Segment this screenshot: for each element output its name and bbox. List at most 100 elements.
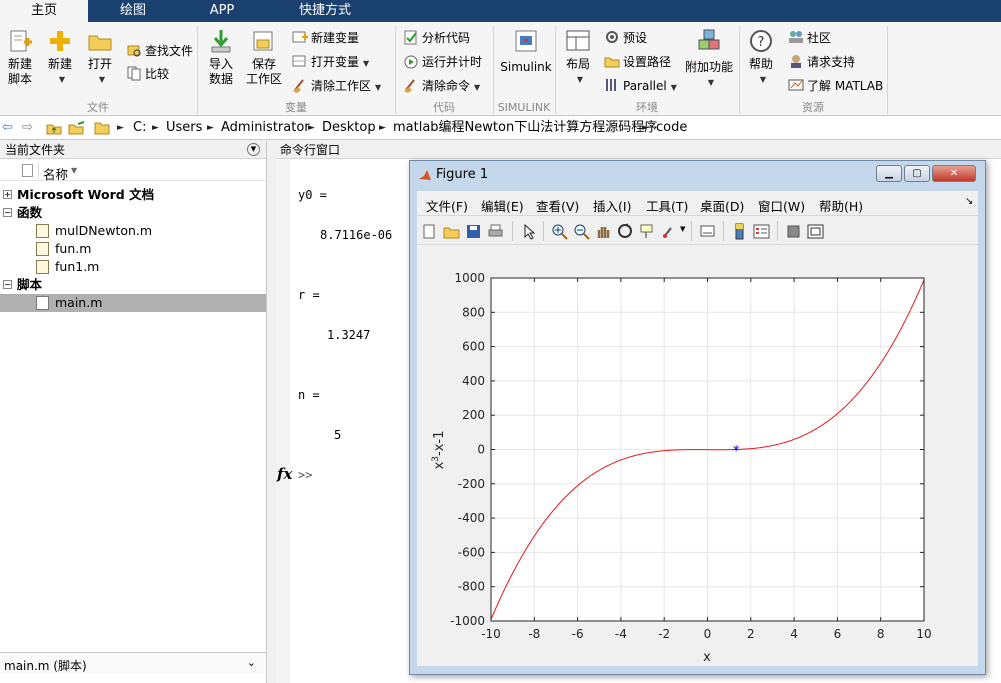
open-button[interactable]: 打开 ▼ [84, 28, 116, 87]
list-item[interactable]: mulDNewton.m [0, 222, 266, 240]
import-data-button[interactable]: 导入 数据 [204, 28, 238, 87]
figure-canvas[interactable]: * -10 -8 -6 -4 -2 0 2 4 6 8 10 -1000 -800 -600 -400 -20… [417, 245, 978, 666]
brush-dropdown-icon[interactable]: ▼ [680, 225, 685, 233]
plot-area[interactable]: * -10 -8 -6 -4 -2 0 2 4 6 8 10 -1000 -800 -600 -400 -20… [417, 245, 978, 666]
new-script-button[interactable]: 新建 脚本 [4, 28, 36, 87]
figure-window[interactable]: Figure 1 ▁ ▢ ✕ 文件(F) 编辑(E) 查看(V) 插入(I) 工… [409, 160, 986, 675]
analyze-code-button[interactable]: 分析代码 [403, 28, 470, 48]
gear-icon [604, 29, 620, 45]
command-prompt[interactable]: >> [298, 468, 312, 482]
menubar-dock-icon[interactable]: ↘ [965, 196, 973, 207]
tab-apps[interactable]: APP [178, 0, 266, 22]
new-variable-button[interactable]: 新建变量 [292, 28, 359, 48]
x-tick-label: -2 [658, 627, 670, 641]
toolbar-divider [543, 221, 544, 241]
group-functions[interactable]: − 函数 [0, 204, 266, 222]
path-crumb-users[interactable]: Users [166, 120, 202, 136]
path-separator: ► [117, 123, 124, 133]
y-tick-label: -800 [458, 580, 485, 594]
x-tick-label: 0 [704, 627, 712, 641]
menu-window[interactable]: 窗口(W) [758, 196, 805, 215]
menu-view[interactable]: 查看(V) [536, 196, 579, 215]
group-scripts[interactable]: − 脚本 [0, 276, 266, 294]
panel-splitter[interactable] [268, 141, 276, 683]
menu-desktop[interactable]: 桌面(D) [700, 196, 744, 215]
pan-hand-icon[interactable] [595, 223, 612, 240]
data-cursor-icon[interactable] [639, 223, 656, 240]
group-word-docs[interactable]: + Microsoft Word 文档 [0, 186, 266, 204]
back-arrow-icon[interactable]: ⇦ [2, 120, 13, 135]
find-files-button[interactable]: 查找文件 [126, 41, 193, 61]
path-separator: ► [642, 123, 649, 133]
edit-plot-arrow-icon[interactable] [521, 223, 538, 240]
print-icon[interactable] [487, 223, 504, 240]
layout-button[interactable]: 布局 ▼ [562, 28, 594, 87]
path-crumb-desktop[interactable]: Desktop [322, 120, 376, 136]
compare-button[interactable]: 比较 [126, 64, 169, 84]
list-item[interactable]: fun1.m [0, 258, 266, 276]
browse-folder-icon[interactable] [68, 120, 86, 139]
chevron-down-icon[interactable]: ⌄ [247, 656, 256, 669]
function-browser-icon[interactable]: fx [277, 465, 292, 483]
learn-matlab-button[interactable]: 了解 MATLAB [788, 76, 883, 96]
community-button[interactable]: 社区 [788, 28, 831, 48]
menu-edit[interactable]: 编辑(E) [481, 196, 524, 215]
minimize-icon[interactable]: ▁ [876, 165, 902, 182]
file-details-bar[interactable]: main.m (脚本) ⌄ [0, 652, 266, 674]
link-plot-icon[interactable] [699, 223, 716, 240]
preferences-button[interactable]: 预设 [604, 28, 647, 48]
panel-menu-icon[interactable]: ▼ [247, 143, 260, 156]
help-button[interactable]: ? 帮助 ▼ [745, 28, 777, 87]
open-file-icon[interactable] [443, 223, 460, 240]
menu-file[interactable]: 文件(F) [426, 196, 468, 215]
hide-plot-tools-icon[interactable] [785, 223, 802, 240]
menu-tools[interactable]: 工具(T) [646, 196, 688, 215]
name-column-header[interactable]: 名称 [43, 164, 68, 183]
forward-arrow-icon[interactable]: ⇨ [22, 120, 33, 135]
maximize-icon[interactable]: ▢ [904, 165, 930, 182]
close-icon[interactable]: ✕ [932, 165, 976, 182]
tab-plots[interactable]: 绘图 [88, 0, 178, 22]
save-icon[interactable] [465, 223, 482, 240]
legend-icon[interactable] [753, 223, 770, 240]
open-variable-button[interactable]: 打开变量 ▼ [292, 52, 369, 72]
collapse-icon[interactable]: − [3, 280, 12, 289]
up-folder-icon[interactable] [46, 120, 62, 139]
path-crumb-project[interactable]: matlab编程Newton下山法计算方程源码程序 [393, 120, 657, 136]
collapse-icon[interactable]: − [3, 208, 12, 217]
x-tick-label: -8 [528, 627, 540, 641]
new-figure-icon[interactable] [421, 223, 438, 240]
show-plot-tools-icon[interactable] [807, 223, 824, 240]
rotate-3d-icon[interactable] [617, 223, 634, 240]
path-crumb-code[interactable]: code [656, 120, 687, 136]
colorbar-icon[interactable] [731, 223, 748, 240]
expand-icon[interactable]: + [3, 190, 12, 199]
output-var-value: 1.3247 [327, 328, 371, 342]
clear-commands-button[interactable]: 清除命令 ▼ [403, 76, 480, 96]
run-and-time-button[interactable]: 运行并计时 [403, 52, 482, 72]
save-workspace-button[interactable]: 保存 工作区 [244, 28, 284, 87]
path-crumb-administrator[interactable]: Administrator [221, 120, 310, 136]
list-item-selected[interactable]: main.m [0, 294, 266, 312]
layout-icon [566, 30, 590, 51]
path-crumb-c[interactable]: C: [133, 120, 146, 136]
menu-insert[interactable]: 插入(I) [593, 196, 631, 215]
add-ons-button[interactable]: 附加功能 ▼ [684, 28, 734, 90]
run-time-icon [403, 53, 419, 69]
menu-help[interactable]: 帮助(H) [819, 196, 863, 215]
brush-icon[interactable] [661, 223, 678, 240]
y-tick-label: 400 [462, 374, 485, 388]
zoom-out-icon[interactable] [573, 223, 590, 240]
section-variable-label: 变量 [285, 101, 307, 114]
tab-home[interactable]: 主页 [0, 0, 88, 22]
list-item[interactable]: fun.m [0, 240, 266, 258]
parallel-button[interactable]: Parallel ▼ [604, 76, 677, 96]
request-support-button[interactable]: 请求支持 [788, 52, 855, 72]
clear-workspace-button[interactable]: 清除工作区 ▼ [292, 76, 381, 96]
zoom-in-icon[interactable] [551, 223, 568, 240]
new-button[interactable]: 新建 ▼ [44, 28, 76, 87]
column-divider [38, 163, 39, 179]
simulink-button[interactable]: Simulink [500, 28, 552, 75]
set-path-button[interactable]: 设置路径 [604, 52, 671, 72]
tab-shortcuts[interactable]: 快捷方式 [266, 0, 384, 22]
